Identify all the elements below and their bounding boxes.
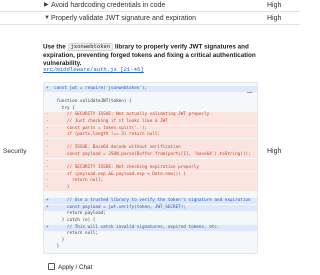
code-text: function validateJWT(token) {	[54, 99, 132, 105]
diff-marker: -	[46, 171, 49, 177]
code-text: return null;	[54, 231, 98, 237]
code-line-ctx: return payload;	[44, 211, 257, 217]
code-text: const payload = JSON.parse(Buffer.from(p…	[54, 152, 251, 157]
code-diff-block: + const jwt = require('jsonwebtoken'); fu…	[43, 82, 258, 254]
code-line-rem: - return null;	[44, 178, 257, 185]
suggestion-description: Use the jsonwebtoken library to properly…	[43, 43, 258, 68]
code-line-rem: - // SECURITY ISSUE: Not checking expira…	[44, 165, 257, 172]
diff-marker: -	[46, 178, 49, 184]
code-line-add: + // Use a trusted library to verify the…	[44, 198, 257, 205]
code-line-ctx: } catch (e) {	[44, 218, 257, 224]
diff-marker: +	[46, 86, 49, 91]
apply-label: Apply / Chat	[58, 264, 93, 271]
code-text: const parts = token.split('.');	[54, 125, 148, 131]
caret-down-icon: ▼	[44, 15, 50, 21]
diff-marker: -	[46, 158, 49, 164]
code-line-rem: - const payload = JSON.parse(Buffer.from…	[44, 152, 257, 159]
code-text: }	[54, 244, 60, 250]
diff-marker: +	[46, 204, 49, 210]
finding-title: Avoid hardcoding credentials in code	[51, 2, 166, 9]
code-text: // SECURITY ISSUE: Not checking expirati…	[54, 165, 199, 171]
code-text: // This will catch invalid signatures, e…	[54, 224, 220, 230]
diff-marker: -	[46, 145, 49, 151]
code-text: } catch (e) {	[54, 218, 96, 223]
code-line-add: + // This will catch invalid signatures,…	[44, 224, 257, 231]
code-line-ctx: return null;	[44, 231, 257, 237]
category-label: Security	[3, 148, 27, 155]
code-text: // Just checking if it looks like a JWT	[54, 119, 168, 124]
finding-title: Properly validate JWT signature and expi…	[51, 15, 197, 22]
diff-marker: -	[46, 112, 49, 118]
severity-label: High	[267, 15, 282, 22]
description-prefix: Use the	[43, 43, 68, 51]
diff-marker: -	[46, 125, 49, 131]
code-line-add: + const jwt = require('jsonwebtoken');	[44, 86, 257, 93]
code-text: // Use a trusted library to verify the t…	[54, 198, 251, 204]
severity-label: High	[267, 148, 282, 155]
code-line-ctx	[44, 192, 257, 198]
code-line-rem: - // ISSUE: Base64 decode without verifi…	[44, 145, 257, 152]
diff-marker: +	[46, 224, 49, 230]
code-text: return payload;	[54, 211, 106, 217]
code-line-rem: - // Just checking if it looks like a JW…	[44, 119, 257, 126]
code-line-ctx: function validateJWT(token) {	[44, 99, 257, 105]
finding-row-hardcoded-credentials[interactable]: ▶ Avoid hardcoding credentials in code H…	[0, 0, 300, 12]
diff-marker: -	[46, 138, 49, 144]
code-line-rem: -	[44, 158, 257, 165]
diff-marker: -	[46, 119, 49, 124]
severity-label: High	[267, 2, 282, 9]
code-line-ctx: }	[44, 244, 257, 250]
code-line-rem: - // SECURITY ISSUE: Not actually valida…	[44, 112, 257, 119]
diff-marker: +	[46, 198, 49, 204]
code-text: return null;	[54, 178, 104, 184]
code-line-rem: - const parts = token.split('.');	[44, 125, 257, 132]
code-line-rem: - }	[44, 185, 257, 192]
diff-marker: -	[46, 132, 49, 138]
code-line-rem: - if (parts.length !== 3) return null;	[44, 132, 257, 139]
code-line-ctx	[44, 93, 257, 99]
diff-marker: -	[46, 165, 49, 171]
finding-row-jwt-validation[interactable]: ▼ Properly validate JWT signature and ex…	[0, 13, 300, 25]
apply-chat-option[interactable]: Apply / Chat	[48, 263, 92, 271]
library-name-pill: jsonwebtoken	[67, 43, 114, 51]
apply-checkbox[interactable]	[48, 263, 55, 270]
code-text: }	[54, 185, 70, 190]
code-line-ctx: }	[44, 238, 257, 244]
diff-marker: -	[46, 185, 49, 190]
code-text: // ISSUE: Base64 decode without verifica…	[54, 145, 181, 151]
file-location-link[interactable]: src/middleware/auth.js [21-45]	[43, 66, 144, 73]
code-text: const jwt = require('jsonwebtoken');	[54, 86, 148, 91]
caret-right-icon: ▶	[44, 2, 49, 8]
code-text: // SECURITY ISSUE: Not actually validati…	[54, 112, 210, 118]
code-text: if (parts.length !== 3) return null;	[54, 132, 161, 138]
diff-marker: -	[46, 152, 49, 157]
